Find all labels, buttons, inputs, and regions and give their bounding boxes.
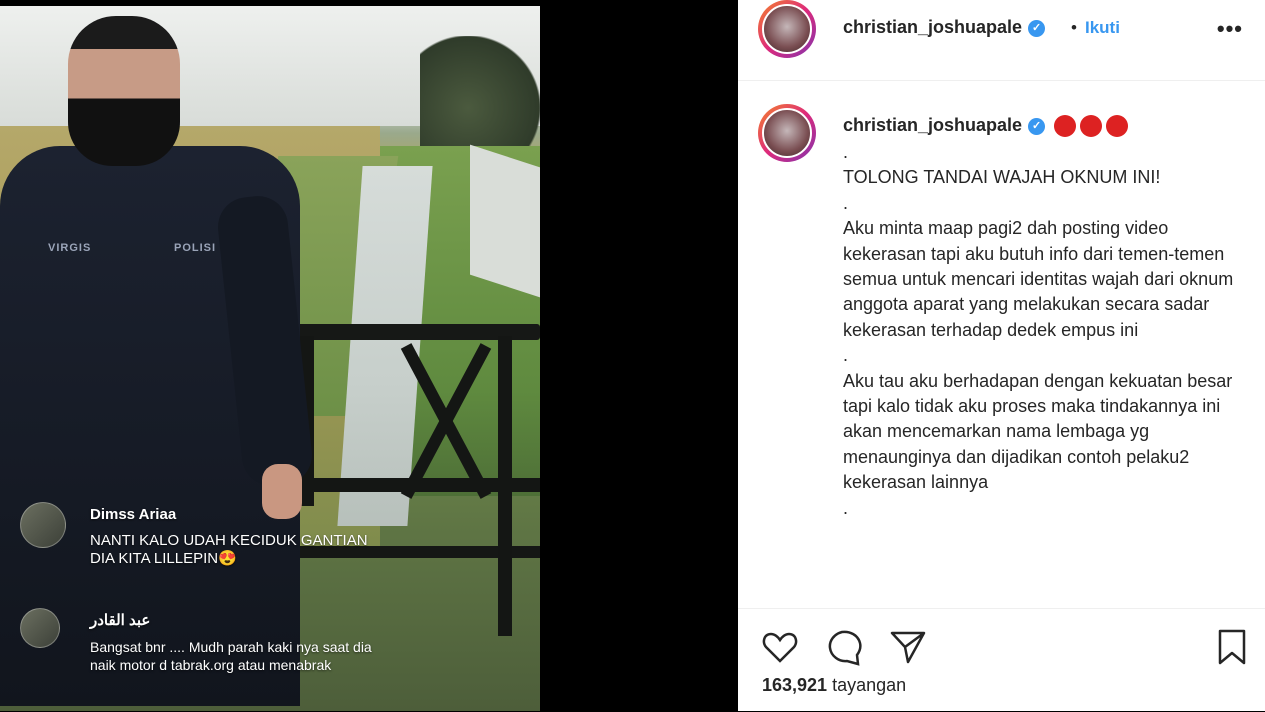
follow-button[interactable]: Ikuti	[1085, 18, 1120, 38]
officer-head	[68, 16, 180, 166]
angry-emoji-icon	[1106, 115, 1129, 138]
heart-icon[interactable]	[760, 627, 800, 667]
caption-avatar[interactable]	[758, 104, 816, 162]
live-comment: Dimss Ariaa NANTI KALO UDAH KECIDUK GANT…	[20, 502, 400, 602]
comment-text: NANTI KALO UDAH KECIDUK GANTIAN DIA KITA…	[90, 532, 368, 567]
verified-icon: ✓	[1028, 19, 1046, 37]
comment-avatar	[20, 502, 66, 548]
comment-author: عبد القادر	[90, 612, 151, 629]
caption-text: . TOLONG TANDAI WAJAH OKNUM INI! . Aku m…	[843, 140, 1243, 521]
angry-emoji-icon	[1080, 115, 1103, 138]
views-label: tayangan	[832, 675, 907, 695]
username[interactable]: christian_joshuapale	[843, 17, 1022, 37]
post-actions: 163,921 tayangan	[738, 608, 1265, 712]
trees	[420, 36, 540, 156]
comment-avatar	[20, 608, 60, 648]
caption-username[interactable]: christian_joshuapale	[843, 115, 1022, 135]
video-frame[interactable]: VIRGIS POLISI Dimss Ariaa NANTI KALO UDA…	[0, 6, 540, 711]
comment-author: Dimss Ariaa	[90, 506, 177, 523]
profile-picture	[762, 4, 812, 54]
comment-icon[interactable]	[824, 627, 864, 667]
railing-post	[498, 336, 512, 636]
caption-line: .	[843, 192, 849, 213]
uniform-patch-left: VIRGIS	[48, 242, 92, 254]
caption-line: Aku tau aku berhadapan dengan kekuatan b…	[843, 370, 1233, 493]
caption-line: Aku minta maap pagi2 dah posting video k…	[843, 218, 1234, 340]
caption-username-line: christian_joshuapale ✓	[843, 115, 1129, 138]
post-header: christian_joshuapale ✓ • Ikuti •••	[738, 0, 1265, 81]
comment-text: Bangsat bnr .... Mudh parah kaki nya saa…	[90, 639, 372, 673]
caption-line: .	[843, 142, 849, 162]
username-link[interactable]: christian_joshuapale ✓	[843, 17, 1046, 38]
separator-dot: •	[1071, 18, 1077, 37]
more-options-icon[interactable]: •••	[1217, 16, 1243, 42]
profile-avatar[interactable]	[758, 0, 816, 58]
views-count: 163,921 tayangan	[762, 675, 906, 696]
officer-figure: VIRGIS POLISI	[0, 6, 315, 711]
post-sidebar: christian_joshuapale ✓ • Ikuti ••• christ…	[738, 0, 1265, 711]
caption-line: .	[843, 345, 849, 366]
live-comment: عبد القادر Bangsat bnr .... Mudh parah k…	[20, 608, 400, 708]
canal-wall	[470, 144, 540, 298]
caption-line: TOLONG TANDAI WAJAH OKNUM INI!	[843, 167, 1161, 188]
caption-line: .	[843, 497, 849, 518]
angry-emoji-icon	[1054, 115, 1077, 138]
views-number: 163,921	[762, 675, 828, 695]
video-player[interactable]: VIRGIS POLISI Dimss Ariaa NANTI KALO UDA…	[0, 0, 738, 711]
uniform-patch-right: POLISI	[174, 242, 217, 254]
caption-profile-picture	[762, 108, 812, 158]
share-icon[interactable]	[888, 627, 928, 667]
verified-icon: ✓	[1028, 117, 1046, 135]
bookmark-icon[interactable]	[1212, 627, 1252, 667]
